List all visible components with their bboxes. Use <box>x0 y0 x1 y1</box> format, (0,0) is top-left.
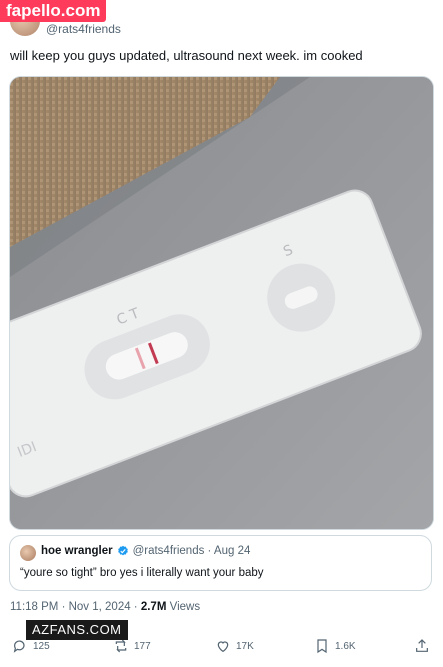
repost-icon <box>115 639 127 653</box>
share-icon <box>416 639 428 652</box>
tweet-meta: 11:18 PM · Nov 1, 2024 · 2.7M Views <box>10 601 200 613</box>
bookmark-icon <box>317 639 327 654</box>
views-count: 2.7M <box>140 601 167 613</box>
tweet-media-image[interactable]: C T S IDI <box>9 76 434 530</box>
quoted-author-name: hoe wrangler <box>41 545 113 557</box>
like-button[interactable]: 17K <box>215 638 254 654</box>
bookmark-button[interactable]: 1.6K <box>314 638 356 654</box>
like-count: 17K <box>236 640 254 652</box>
reply-button[interactable]: 125 <box>12 638 50 654</box>
repost-button[interactable]: 177 <box>113 638 151 654</box>
quoted-verified-badge-icon <box>117 545 128 556</box>
repost-count: 177 <box>134 640 151 652</box>
watermark-azfans: AZFANS.COM <box>26 620 128 640</box>
tweet-timestamp[interactable]: 11:18 PM · Nov 1, 2024 · <box>10 601 138 613</box>
author-handle[interactable]: @rats4friends <box>46 22 121 36</box>
share-button[interactable] <box>414 638 430 654</box>
pregnancy-test-photo: C T S IDI <box>10 77 433 529</box>
quoted-handle-date: @rats4friends · Aug 24 <box>132 545 251 557</box>
reply-icon <box>13 640 25 653</box>
bookmark-count: 1.6K <box>335 640 356 652</box>
tweet-text: will keep you guys updated, ultrasound n… <box>10 48 363 63</box>
views-label: Views <box>169 601 201 613</box>
watermark-fapello: fapello.com <box>0 0 107 22</box>
quoted-author-avatar <box>20 545 36 561</box>
reply-count: 125 <box>33 640 50 652</box>
quoted-tweet[interactable]: hoe wrangler @rats4friends · Aug 24 “you… <box>9 535 432 591</box>
heart-icon <box>217 641 229 653</box>
quoted-author-row: hoe wrangler @rats4friends · Aug 24 <box>41 545 250 557</box>
quoted-tweet-text: “youre so tight” bro yes i literally wan… <box>20 567 264 579</box>
